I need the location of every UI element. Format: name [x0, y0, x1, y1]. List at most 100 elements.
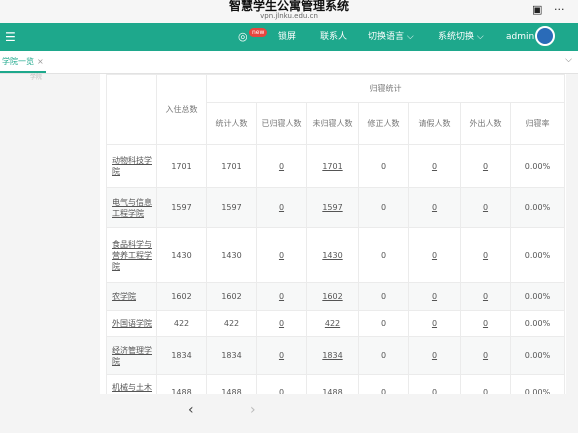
header-total: 入住总数 [156, 74, 207, 145]
forward-icon[interactable]: › [250, 402, 256, 418]
returned-link[interactable]: 0 [256, 144, 307, 188]
chevron-down-icon[interactable]: ⌵ [565, 55, 572, 65]
rate-cell: 0.00% [509, 282, 566, 311]
returned-link[interactable]: 0 [256, 310, 307, 337]
table-row: 外国语学院 422 422 0 422 0 0 0 0.00% [106, 310, 566, 337]
table-row: 电气与信息工程学院 1597 1597 0 1597 0 0 0 0.00% [106, 187, 566, 228]
header-sub: 修正人数 [358, 102, 409, 145]
table-row: 机械与土木工程学院14881488014880000.00% [106, 374, 566, 394]
leave-link[interactable]: 0 [408, 144, 461, 188]
count-cell: 422 [206, 310, 257, 337]
out-link[interactable]: 0 [460, 374, 511, 394]
not-returned-link[interactable]: 1834 [306, 336, 359, 375]
total-cell: 1597 [156, 187, 207, 228]
corrected-cell: 0 [358, 310, 409, 337]
returned-link[interactable]: 0 [256, 336, 307, 375]
returned-link[interactable]: 0 [256, 227, 307, 283]
college-name-link[interactable]: 电气与信息工程学院 [106, 187, 157, 228]
not-returned-link[interactable]: 422 [306, 310, 359, 337]
system-switch-label: 系统切换 [438, 32, 475, 42]
new-badge: new [249, 28, 268, 37]
total-cell: 1488 [156, 374, 207, 394]
corrected-cell: 0 [358, 336, 409, 375]
chevron-down-icon: ⌵ [406, 32, 414, 42]
count-cell: 1430 [206, 227, 257, 283]
college-name-link[interactable]: 动物科技学院 [106, 144, 157, 188]
rate-cell: 0.00% [509, 310, 566, 337]
not-returned-link[interactable]: 1488 [306, 374, 359, 394]
college-name-link[interactable]: 经济管理学院 [106, 336, 157, 375]
college-name-link[interactable]: 机械与土木工程学院 [106, 374, 157, 394]
rate-cell: 0.00% [509, 336, 566, 375]
header-sub: 未归寝人数 [306, 102, 359, 145]
browser-top-bar: 智慧学生公寓管理系统 vpn.jlnku.edu.cn ▣ ··· [0, 0, 578, 23]
header-group: 归寝统计 [205, 74, 566, 103]
table-row: 经济管理学院 1834 1834 0 1834 0 0 0 0.00% [106, 336, 566, 375]
not-returned-link[interactable]: 1597 [306, 187, 359, 228]
count-cell: 1834 [206, 336, 257, 375]
college-name-link[interactable]: 农学院 [106, 282, 157, 311]
rate-cell: 0.00% [509, 227, 566, 283]
rate-cell: 0.00% [509, 187, 566, 228]
menu-icon[interactable]: ☰ [5, 23, 16, 51]
language-switch[interactable]: 切换语言 ⌵ [368, 23, 414, 51]
rate-cell: 0.00% [509, 374, 566, 394]
header-sub: 已归寝人数 [256, 102, 307, 145]
count-cell: 1701 [206, 144, 257, 188]
college-stats-table: 入住总数 归寝统计 统计人数 已归寝人数 未归寝人数 修正人数 请假人数 外出人数 归寝率 … [106, 74, 566, 394]
leave-link[interactable]: 0 [408, 336, 461, 375]
count-cell: 1488 [206, 374, 257, 394]
count-cell: 1602 [206, 282, 257, 311]
table-row: 农学院 1602 1602 0 1602 0 0 0 0.00% [106, 282, 566, 311]
leave-link[interactable]: 0 [408, 187, 461, 228]
avatar[interactable] [535, 26, 555, 46]
count-cell: 1597 [206, 187, 257, 228]
tab-college-overview[interactable]: 学院一览 × [0, 51, 46, 73]
table-row: 动物科技学院 1701 1701 0 1701 0 0 0 0.00% [106, 144, 566, 188]
tab-switcher-icon[interactable]: ▣ [532, 3, 542, 16]
out-link[interactable]: 0 [460, 144, 511, 188]
total-cell: 1430 [156, 227, 207, 283]
tab-label: 学院一览 [2, 57, 34, 66]
corrected-cell: 0 [358, 374, 409, 394]
out-link[interactable]: 0 [460, 310, 511, 337]
header-sub: 请假人数 [408, 102, 461, 145]
header-sub: 统计人数 [206, 102, 257, 145]
language-switch-label: 切换语言 [368, 32, 405, 42]
out-link[interactable]: 0 [460, 187, 511, 228]
leave-link[interactable]: 0 [408, 374, 461, 394]
contacts-link[interactable]: 联系人 [320, 23, 347, 51]
corrected-cell: 0 [358, 187, 409, 228]
returned-link[interactable]: 0 [256, 187, 307, 228]
system-switch[interactable]: 系统切换 ⌵ [438, 23, 484, 51]
theme-icon[interactable]: ◎ [238, 23, 248, 51]
total-cell: 1602 [156, 282, 207, 311]
out-link[interactable]: 0 [460, 227, 511, 283]
corrected-cell: 0 [358, 144, 409, 188]
corrected-cell: 0 [358, 227, 409, 283]
url-text[interactable]: vpn.jlnku.edu.cn [0, 12, 578, 21]
back-icon[interactable]: ‹ [188, 402, 194, 418]
returned-link[interactable]: 0 [256, 282, 307, 311]
sidebar-ghost-text: 学院 [30, 74, 43, 81]
out-link[interactable]: 0 [460, 282, 511, 311]
not-returned-link[interactable]: 1430 [306, 227, 359, 283]
college-name-link[interactable]: 外国语学院 [106, 310, 157, 337]
not-returned-link[interactable]: 1602 [306, 282, 359, 311]
leave-link[interactable]: 0 [408, 310, 461, 337]
out-link[interactable]: 0 [460, 336, 511, 375]
more-icon[interactable]: ··· [554, 3, 565, 16]
leave-link[interactable]: 0 [408, 227, 461, 283]
user-name[interactable]: admin [506, 23, 534, 51]
header-sub: 外出人数 [460, 102, 511, 145]
close-icon[interactable]: × [37, 57, 44, 66]
not-returned-link[interactable]: 1701 [306, 144, 359, 188]
returned-link[interactable]: 0 [256, 374, 307, 394]
college-name-link[interactable]: 食品科学与营养工程学院 [106, 227, 157, 283]
total-cell: 1834 [156, 336, 207, 375]
leave-link[interactable]: 0 [408, 282, 461, 311]
total-cell: 422 [156, 310, 207, 337]
lock-screen-link[interactable]: 锁屏 [278, 23, 296, 51]
header-college [106, 74, 157, 145]
chevron-down-icon: ⌵ [476, 32, 484, 42]
